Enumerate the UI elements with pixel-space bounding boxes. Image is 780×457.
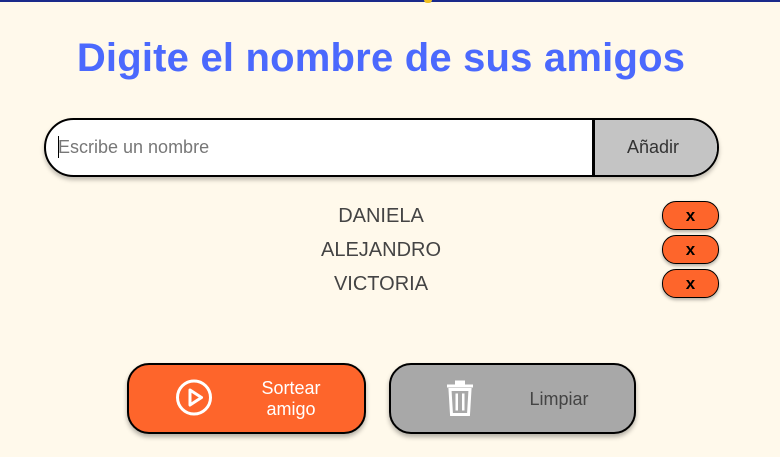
list-item: VICTORIA x bbox=[0, 267, 780, 301]
draw-button-label: Sortear amigo bbox=[261, 378, 321, 419]
list-item: DANIELA x bbox=[0, 199, 780, 233]
name-input-group: Añadir bbox=[44, 118, 719, 177]
trash-icon bbox=[443, 378, 477, 419]
clear-list-button[interactable]: Limpiar bbox=[389, 363, 636, 434]
friend-name: VICTORIA bbox=[333, 273, 429, 295]
remove-friend-button[interactable]: x bbox=[662, 269, 719, 298]
page-title: Digite el nombre de sus amigos bbox=[76, 36, 686, 80]
play-circle-icon bbox=[174, 377, 214, 420]
friend-name: ALEJANDRO bbox=[320, 239, 442, 261]
friend-list: DANIELA x ALEJANDRO x VICTORIA x bbox=[0, 199, 780, 301]
name-input[interactable] bbox=[46, 120, 592, 175]
clear-button-label: Limpiar bbox=[529, 389, 589, 409]
list-item: ALEJANDRO x bbox=[0, 233, 780, 267]
top-border bbox=[0, 0, 780, 2]
draw-friend-button[interactable]: Sortear amigo bbox=[127, 363, 366, 434]
friend-name: DANIELA bbox=[338, 205, 424, 227]
remove-friend-button[interactable]: x bbox=[662, 201, 719, 230]
top-indicator bbox=[424, 0, 432, 3]
remove-friend-button[interactable]: x bbox=[662, 235, 719, 264]
text-caret bbox=[58, 136, 59, 158]
add-button[interactable]: Añadir bbox=[592, 120, 717, 175]
